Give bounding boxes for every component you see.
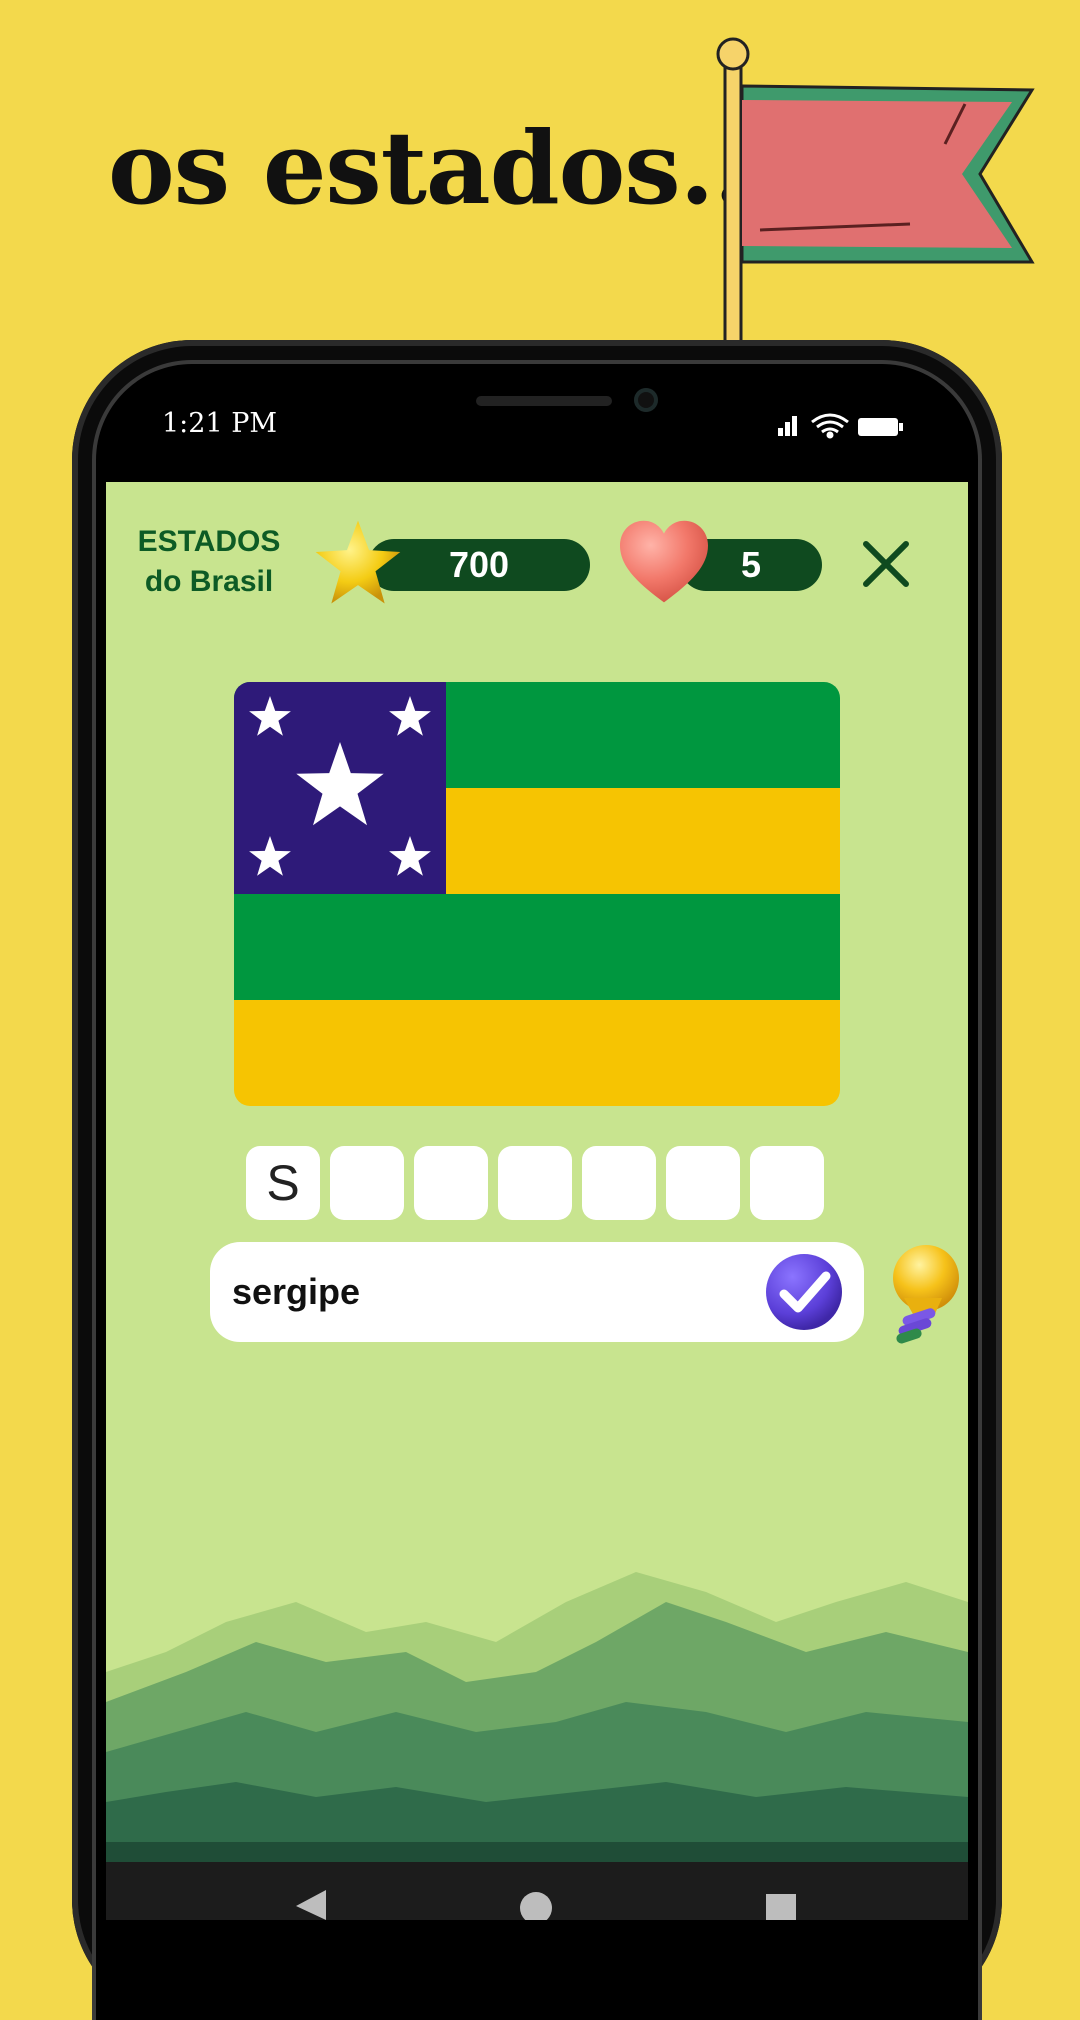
letter-slot	[666, 1146, 740, 1220]
close-icon[interactable]	[858, 536, 914, 592]
home-icon[interactable]	[520, 1892, 552, 1920]
phone-speaker	[476, 396, 612, 406]
letter-slot	[750, 1146, 824, 1220]
phone-camera	[634, 388, 658, 412]
app-logo: ESTADOS do Brasil	[106, 522, 312, 602]
back-icon[interactable]	[296, 1890, 326, 1920]
status-time: 1:21 PM	[162, 408, 278, 439]
app-screen: ESTADOS do Brasil 700 5 S sergipe	[106, 482, 968, 1862]
heart-icon	[620, 520, 708, 603]
lightbulb-icon[interactable]	[876, 1242, 966, 1346]
recents-icon[interactable]	[766, 1894, 796, 1920]
battery-icon	[858, 418, 903, 436]
landscape-illustration	[106, 1572, 968, 1862]
brand-line-2: do Brasil	[144, 565, 274, 598]
system-nav-bar	[106, 1862, 968, 1920]
letter-slot: S	[246, 1146, 320, 1220]
letter-slot	[582, 1146, 656, 1220]
letter-slot	[330, 1146, 404, 1220]
promo-headline: os estados...	[108, 109, 782, 227]
state-flag	[234, 682, 840, 1106]
letter-slot	[498, 1146, 572, 1220]
answer-input[interactable]	[232, 1264, 752, 1320]
status-icons	[778, 413, 903, 439]
signal-icon	[778, 416, 797, 436]
answer-box	[210, 1242, 864, 1342]
check-icon[interactable]	[764, 1252, 844, 1332]
brand-line-1: ESTADOS	[137, 525, 281, 558]
star-icon	[315, 520, 401, 604]
letter-slot	[414, 1146, 488, 1220]
wifi-icon	[811, 413, 849, 439]
